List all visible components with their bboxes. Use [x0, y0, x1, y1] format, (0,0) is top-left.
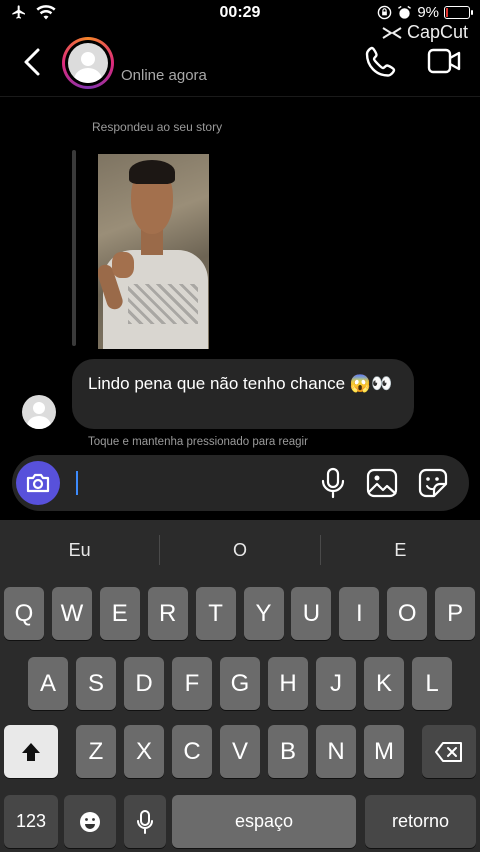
key-e[interactable]: E: [99, 587, 140, 640]
key-v[interactable]: V: [220, 725, 260, 778]
return-key[interactable]: retorno: [365, 795, 476, 848]
orientation-lock-icon: [378, 5, 392, 20]
key-f[interactable]: F: [172, 657, 212, 710]
suggestion-2[interactable]: O: [160, 540, 319, 561]
text-cursor[interactable]: [76, 471, 78, 495]
key-i[interactable]: I: [339, 587, 380, 640]
dictation-key[interactable]: [124, 795, 166, 848]
video-icon[interactable]: [426, 44, 462, 78]
key-b[interactable]: B: [268, 725, 308, 778]
online-status: Online agora: [121, 67, 207, 84]
key-o[interactable]: O: [387, 587, 428, 640]
emoji-key[interactable]: [64, 795, 116, 848]
shift-icon: [22, 742, 40, 761]
key-y[interactable]: Y: [243, 587, 284, 640]
gallery-icon[interactable]: [365, 466, 399, 500]
key-q[interactable]: Q: [4, 587, 44, 640]
phone-icon[interactable]: [364, 44, 398, 78]
key-j[interactable]: J: [316, 657, 356, 710]
story-reply-caption: Respondeu ao seu story: [92, 120, 223, 134]
key-z[interactable]: Z: [76, 725, 116, 778]
alarm-icon: [398, 5, 412, 19]
key-p[interactable]: P: [435, 587, 476, 640]
space-key[interactable]: espaço: [172, 795, 356, 848]
message-text: Lindo pena que não tenho chance 😱👀: [88, 374, 393, 393]
battery-charging-icon: [444, 6, 473, 19]
back-icon[interactable]: [18, 44, 48, 80]
key-g[interactable]: G: [220, 657, 260, 710]
story-quote-bar: [72, 150, 76, 346]
key-m[interactable]: M: [364, 725, 404, 778]
key-l[interactable]: L: [412, 657, 452, 710]
emoji-icon: [80, 811, 100, 832]
suggestion-1[interactable]: Eu: [0, 540, 159, 561]
key-t[interactable]: T: [195, 587, 236, 640]
contact-avatar[interactable]: [62, 37, 114, 89]
key-a[interactable]: A: [28, 657, 68, 710]
keyboard: Eu O E Q W E R T Y U I O P A S D F G H J K L Z X C V B N M 123 espa…: [0, 520, 480, 852]
status-bar: 00:29 9% CapCut: [0, 0, 480, 42]
battery-percent: 9%: [417, 4, 439, 21]
key-n[interactable]: N: [316, 725, 356, 778]
delete-key[interactable]: [422, 725, 476, 778]
suggestion-bar: Eu O E: [0, 520, 480, 580]
message-bubble[interactable]: Lindo pena que não tenho chance 😱👀: [72, 359, 414, 429]
react-hint: Toque e mantenha pressionado para reagir: [88, 436, 308, 448]
story-image[interactable]: [98, 154, 209, 349]
numbers-key[interactable]: 123: [4, 795, 58, 848]
avatar-placeholder-icon: [68, 43, 108, 83]
message-composer[interactable]: [12, 455, 469, 511]
header-divider: [0, 96, 480, 97]
key-u[interactable]: U: [291, 587, 332, 640]
microphone-icon[interactable]: [316, 466, 350, 500]
shift-key[interactable]: [4, 725, 58, 778]
backspace-icon: [435, 741, 462, 762]
key-d[interactable]: D: [124, 657, 164, 710]
suggestion-3[interactable]: E: [321, 540, 480, 561]
key-s[interactable]: S: [76, 657, 116, 710]
sender-avatar[interactable]: [22, 395, 56, 429]
key-c[interactable]: C: [172, 725, 212, 778]
key-r[interactable]: R: [147, 587, 188, 640]
key-k[interactable]: K: [364, 657, 404, 710]
camera-icon: [26, 473, 50, 493]
sticker-icon[interactable]: [416, 466, 450, 500]
microphone-icon: [137, 809, 153, 834]
chat-header: Online agora: [0, 30, 480, 96]
key-w[interactable]: W: [51, 587, 92, 640]
camera-button[interactable]: [16, 461, 60, 505]
key-x[interactable]: X: [124, 725, 164, 778]
key-h[interactable]: H: [268, 657, 308, 710]
